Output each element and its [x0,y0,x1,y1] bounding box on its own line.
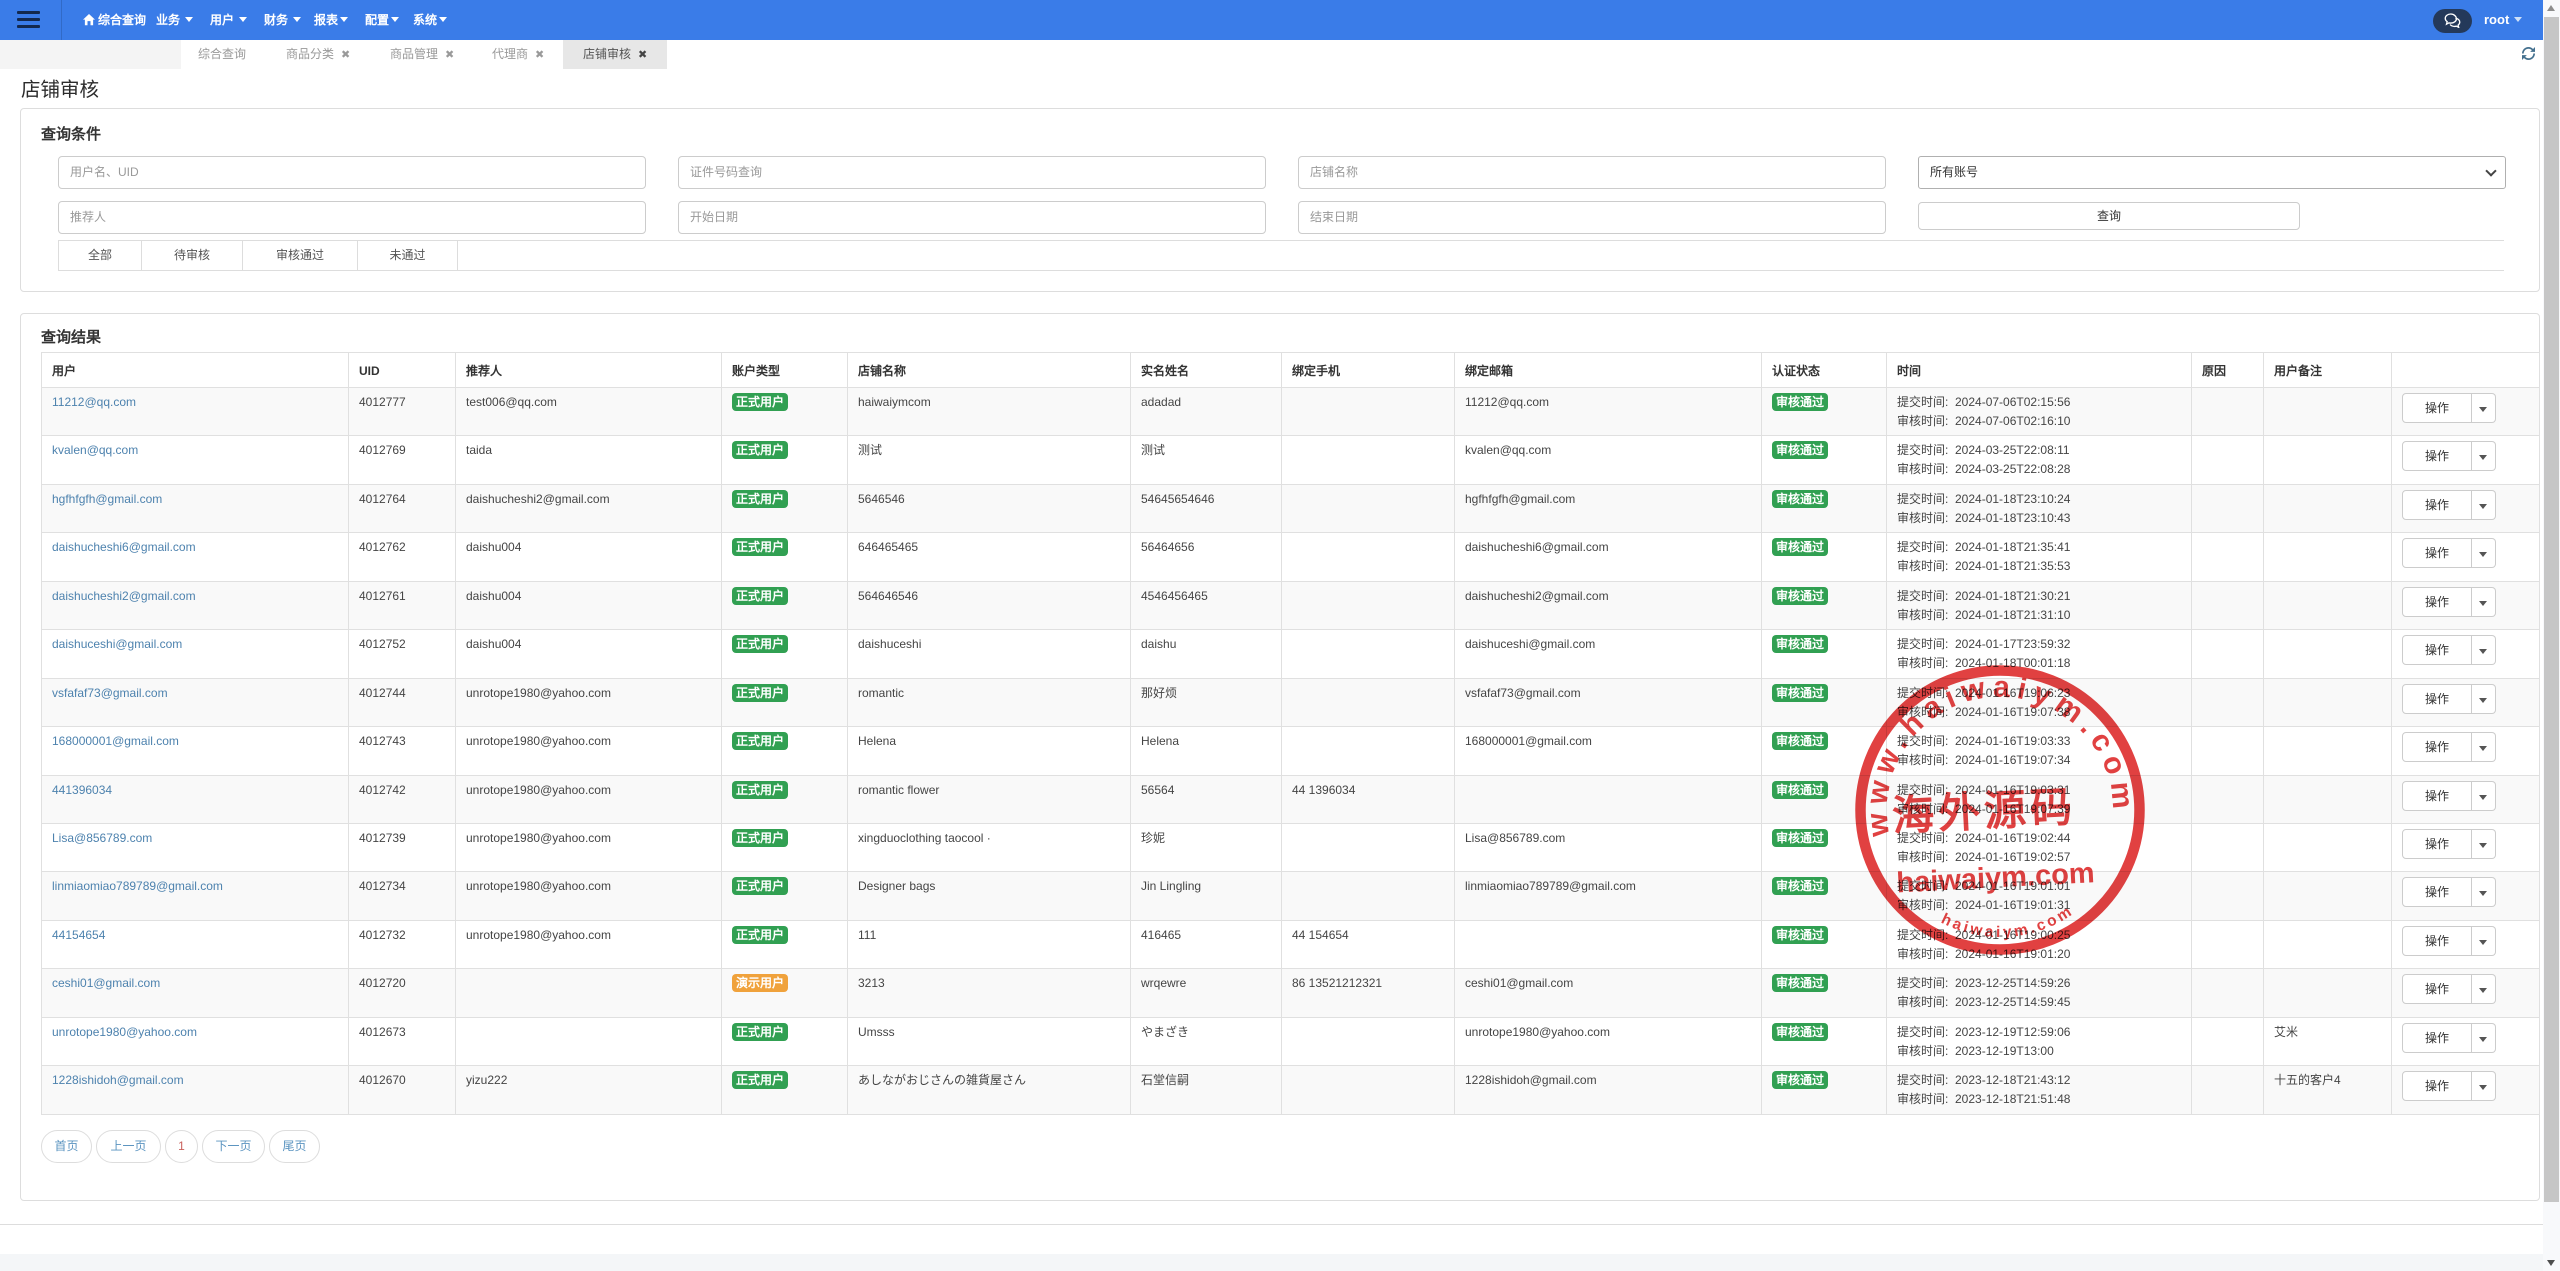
svg-text:海外源码: 海外源码 [1891,783,2077,840]
svg-text:haiwaiym.com: haiwaiym.com [1896,857,2096,899]
